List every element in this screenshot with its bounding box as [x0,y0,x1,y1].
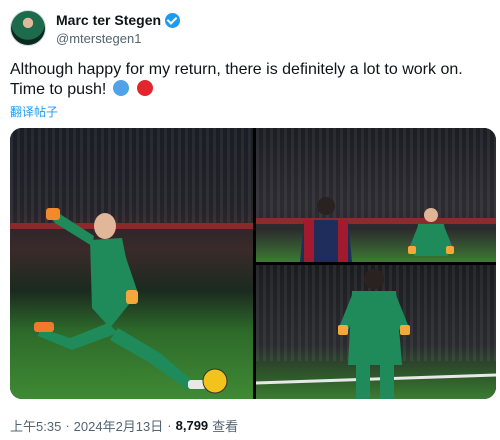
meta-separator: · [167,418,172,433]
photo-goalkeeper-standing[interactable] [256,128,496,262]
tweet-meta: 上午5:35 · 2024年2月13日 · 8,799 查看 [10,416,238,435]
tweet-header: Marc ter Stegen @mterstegen1 [10,10,490,50]
tweet-date[interactable]: 2024年2月13日 [74,416,164,435]
translate-post-link[interactable]: 翻译帖子 [10,103,58,120]
photo-goalkeeper-kicking[interactable] [10,128,253,399]
meta-separator: · [65,418,70,433]
tweet-text: Although happy for my return, there is d… [10,60,498,100]
author-handle[interactable]: @mterstegen1 [56,31,141,46]
verified-badge-icon [165,12,181,28]
view-count: 8,799 [175,418,209,433]
author-name-row: Marc ter Stegen [56,12,181,28]
tweet-time[interactable]: 上午5:35 [10,416,61,435]
photo-goalkeeper-back[interactable] [256,265,496,399]
red-circle-icon [137,80,154,96]
blue-circle-icon [112,80,129,96]
tweet-body: Although happy for my return, there is d… [10,61,463,98]
author-display-name[interactable]: Marc ter Stegen [56,12,161,28]
avatar[interactable] [10,10,46,46]
media-grid [10,128,496,399]
views-label: 查看 [212,419,239,434]
